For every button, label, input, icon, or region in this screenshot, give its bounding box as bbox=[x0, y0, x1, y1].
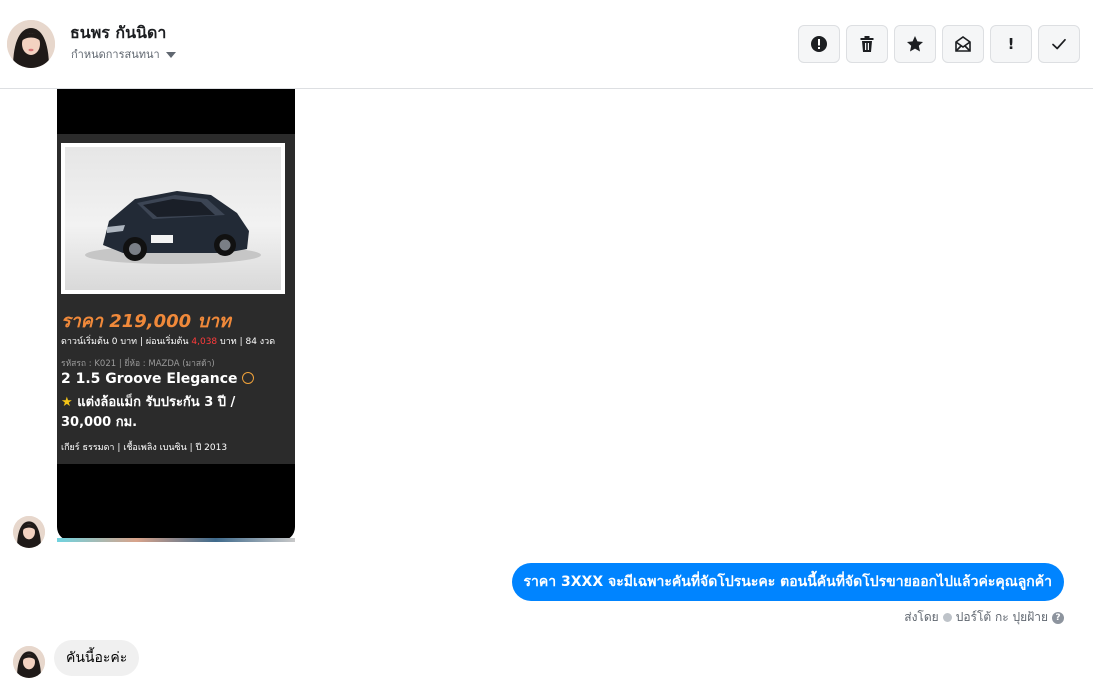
envelope-icon bbox=[955, 36, 971, 52]
sent-by-info: ส่งโดย ปอร์โต้ กะ ปุยฝ้าย ? bbox=[904, 608, 1064, 627]
star-icon: ★ bbox=[61, 395, 73, 410]
contact-avatar-small[interactable] bbox=[13, 646, 45, 678]
sent-by-label: ส่งโดย bbox=[904, 610, 939, 624]
conversation-settings-dropdown[interactable]: กำหนดการสนทนา bbox=[71, 45, 176, 63]
help-icon[interactable]: ? bbox=[1052, 611, 1064, 624]
mark-unread-button[interactable] bbox=[942, 25, 984, 63]
conversation-toolbar: ! bbox=[798, 25, 1080, 63]
star-button[interactable] bbox=[894, 25, 936, 63]
incoming-message[interactable]: คันนี้อะค่ะ bbox=[54, 640, 140, 676]
car-ad-panel: ราคา 219,000 บาท ดาวน์เริ่มต้น 0 บาท | ผ… bbox=[57, 134, 295, 464]
ad-price: ราคา 219,000 บาท bbox=[61, 311, 231, 332]
check-icon bbox=[1052, 38, 1066, 50]
ad-model-name: 2 1.5 Groove Elegance bbox=[61, 371, 254, 387]
message-thread: ราคา 219,000 บาท ดาวน์เริ่มต้น 0 บาท | ผ… bbox=[0, 89, 1093, 681]
outgoing-message[interactable]: ราคา 3XXX จะมีเฉพาะคันที่จัดโปรนะคะ ตอนน… bbox=[511, 563, 1064, 601]
conversation-header: ธนพร กันนิดา กำหนดการสนทนา ! bbox=[0, 0, 1093, 89]
exclamation-icon: ! bbox=[1007, 35, 1015, 53]
ad-car-code: รหัสรถ : K021 | ยี่ห้อ : MAZDA (มาสด้า) bbox=[61, 359, 215, 369]
car-ad-image[interactable]: ราคา 219,000 บาท ดาวน์เริ่มต้น 0 บาท | ผ… bbox=[57, 89, 295, 541]
contact-name: ธนพร กันนิดา bbox=[70, 23, 167, 42]
ad-features: ★ แต่งล้อแม็ก รับประกัน 3 ปี / 30,000 กม… bbox=[61, 395, 236, 430]
sent-by-name: ปอร์โต้ กะ ปุยฝ้าย bbox=[955, 610, 1048, 624]
ad-specs: เกียร์ ธรรมดา | เชื้อเพลิง เบนซิน | ปี 2… bbox=[61, 443, 228, 453]
car-photo bbox=[61, 143, 285, 294]
follow-up-button[interactable]: ! bbox=[990, 25, 1032, 63]
trash-icon bbox=[860, 36, 874, 52]
alert-circle-icon bbox=[811, 36, 827, 52]
contact-avatar[interactable] bbox=[7, 20, 55, 68]
verified-check-icon bbox=[241, 372, 254, 384]
star-icon bbox=[907, 36, 923, 52]
contact-avatar-small[interactable] bbox=[13, 516, 45, 548]
image-strip-preview bbox=[57, 538, 295, 542]
caret-down-icon bbox=[165, 51, 176, 58]
conversation-settings-label: กำหนดการสนทนา bbox=[71, 48, 160, 61]
delete-button[interactable] bbox=[846, 25, 888, 63]
mark-done-button[interactable] bbox=[1038, 25, 1080, 63]
status-dot-icon bbox=[942, 613, 952, 622]
ad-finance-terms: ดาวน์เริ่มต้น 0 บาท | ผ่อนเริ่มต้น 4,038… bbox=[61, 337, 276, 347]
mark-spam-button[interactable] bbox=[798, 25, 840, 63]
